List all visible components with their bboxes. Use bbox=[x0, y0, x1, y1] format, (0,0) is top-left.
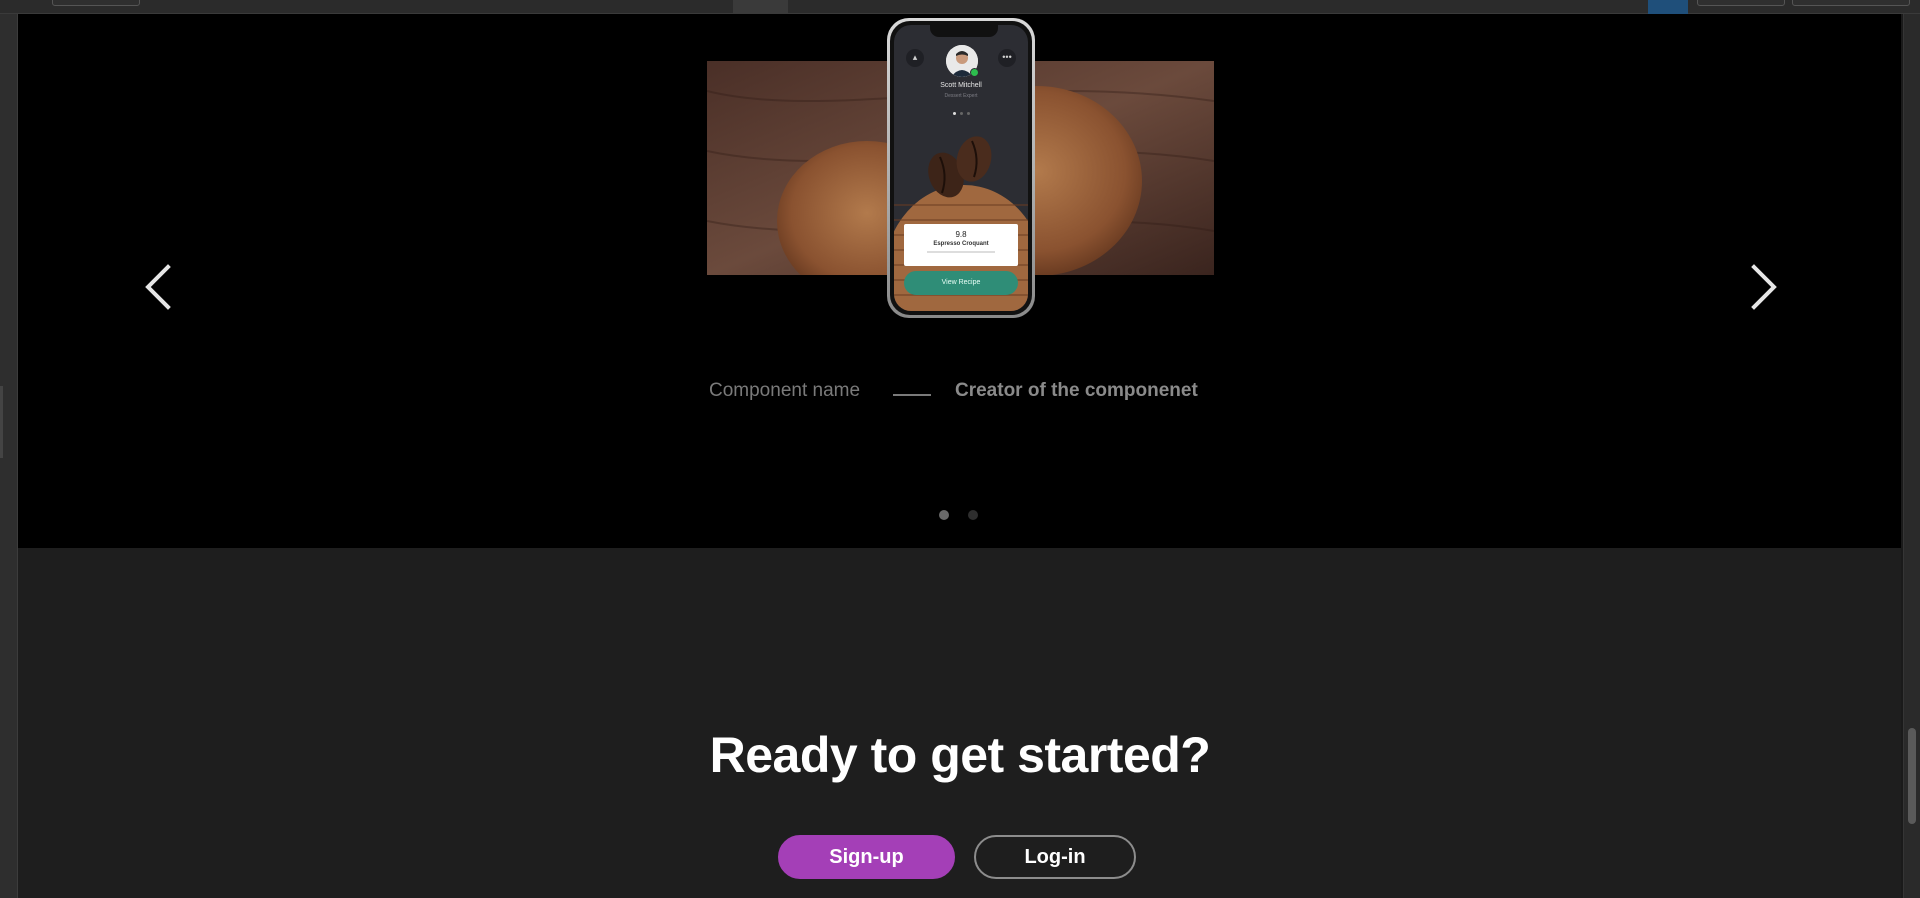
gutter-marker bbox=[0, 386, 3, 458]
phone-page-dots bbox=[894, 112, 1028, 115]
scrollbar-thumb[interactable] bbox=[1908, 728, 1916, 824]
toolbar-tab[interactable] bbox=[1697, 0, 1785, 6]
toolbar-active-segment bbox=[1648, 0, 1688, 14]
chevron-right-icon bbox=[1751, 264, 1777, 310]
more-icon[interactable]: ••• bbox=[998, 49, 1016, 67]
recipe-rating: 9.8 bbox=[955, 230, 967, 239]
component-creator[interactable]: Creator of the componenet bbox=[955, 380, 1275, 402]
profile-name: Scott Mitchell bbox=[940, 82, 982, 89]
cta-title: Ready to get started? bbox=[709, 727, 1211, 783]
left-gutter bbox=[0, 14, 18, 898]
toolbar-segment bbox=[733, 0, 788, 14]
online-status-dot bbox=[970, 68, 979, 77]
slide-caption: Component name Creator of the componenet bbox=[18, 380, 1902, 410]
top-toolbar-strip bbox=[0, 0, 1920, 14]
login-button[interactable]: Log-in bbox=[974, 835, 1136, 879]
phone-frame: ▴ ••• Scott Mitchell Dessert Expert 9.8 … bbox=[887, 18, 1035, 318]
recipe-subtitle-placeholder bbox=[926, 251, 996, 253]
signup-button[interactable]: Sign-up bbox=[778, 835, 955, 879]
vertical-scrollbar[interactable] bbox=[1903, 14, 1920, 898]
profile-role: Dessert Expert bbox=[944, 93, 978, 99]
phone-screen: ▴ ••• Scott Mitchell Dessert Expert 9.8 … bbox=[894, 25, 1028, 311]
phone-mockup: ▴ ••• Scott Mitchell Dessert Expert 9.8 … bbox=[887, 18, 1035, 318]
page: ▴ ••• Scott Mitchell Dessert Expert 9.8 … bbox=[0, 0, 1920, 898]
recipe-title: Espresso Croquant bbox=[933, 241, 989, 247]
recipe-card: 9.8 Espresso Croquant bbox=[904, 224, 1018, 266]
carousel-next-button[interactable] bbox=[1744, 259, 1784, 315]
carousel-dot-2[interactable] bbox=[968, 510, 978, 520]
view-recipe-button[interactable]: View Recipe bbox=[904, 271, 1018, 295]
caption-divider bbox=[893, 394, 931, 396]
phone-notch bbox=[930, 25, 998, 37]
toolbar-tab[interactable] bbox=[1792, 0, 1910, 6]
info-icon[interactable]: ▴ bbox=[906, 49, 924, 67]
carousel-dot-1[interactable] bbox=[939, 510, 949, 520]
toolbar-tab[interactable] bbox=[52, 0, 140, 6]
chevron-left-icon bbox=[145, 264, 171, 310]
carousel-prev-button[interactable] bbox=[142, 259, 182, 315]
component-carousel: ▴ ••• Scott Mitchell Dessert Expert 9.8 … bbox=[18, 14, 1902, 548]
component-name: Component name bbox=[709, 380, 861, 401]
get-started-section: Ready to get started? Sign-up Log-in bbox=[18, 548, 1902, 898]
